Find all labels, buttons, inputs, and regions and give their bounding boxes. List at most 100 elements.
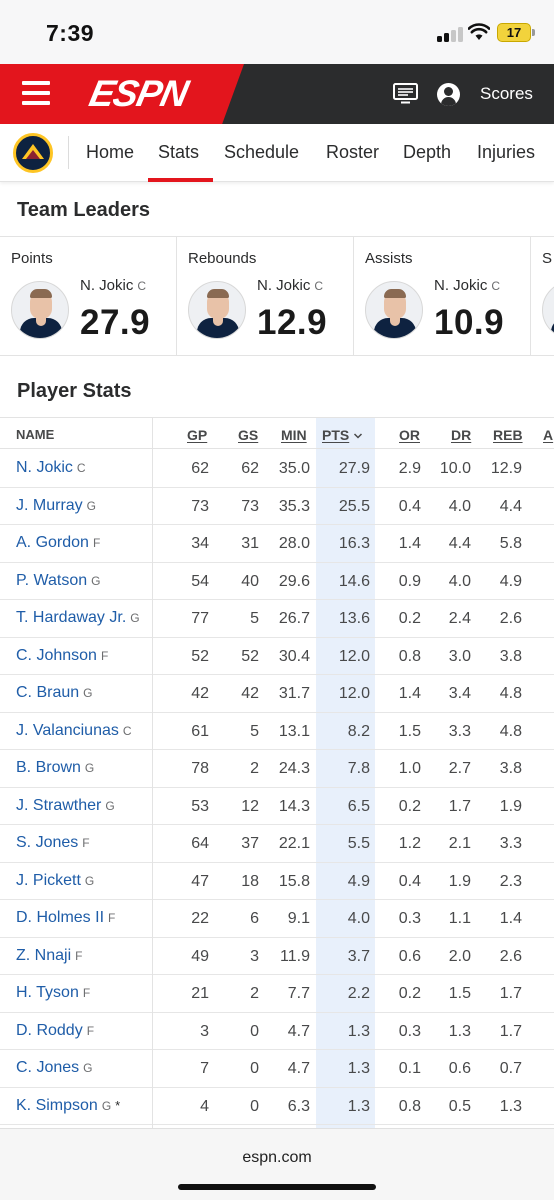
- stat-gp: 3: [200, 1022, 209, 1040]
- player-headshot: [365, 281, 423, 339]
- player-link[interactable]: J. Strawther: [16, 797, 101, 814]
- stat-reb: 1.3: [499, 1097, 522, 1115]
- team-leaders-carousel[interactable]: Points N. Jokic C 27.9 Rebounds N. Jokic C…: [0, 236, 554, 356]
- player-name-cell[interactable]: C. Jones G: [16, 1059, 92, 1077]
- browser-url[interactable]: espn.com: [0, 1149, 554, 1167]
- player-link[interactable]: D. Holmes II: [16, 909, 104, 926]
- stat-reb: 2.6: [499, 610, 522, 627]
- player-link[interactable]: A. Gordon: [16, 534, 89, 551]
- home-indicator[interactable]: [178, 1184, 376, 1190]
- table-row: N. JokicC626235.027.92.910.012.910: [0, 450, 554, 488]
- tab-roster[interactable]: Roster: [326, 142, 379, 163]
- cellular-signal-icon: [437, 26, 463, 42]
- player-link[interactable]: C. Braun: [16, 684, 79, 701]
- stat-or: 1.2: [398, 835, 421, 852]
- player-stats-table[interactable]: NAME GP GS MIN PTS OR DR REB A N. Jokic C…: [0, 417, 554, 1128]
- player-name-cell[interactable]: J. Strawther G: [16, 797, 115, 815]
- tab-injuries[interactable]: Injuries: [477, 142, 535, 163]
- scores-link[interactable]: Scores: [480, 84, 533, 104]
- player-link[interactable]: N. Jokic: [16, 459, 73, 476]
- stat-min: 26.7: [278, 610, 310, 627]
- player-name-cell[interactable]: D. Holmes II F: [16, 909, 115, 927]
- stat-min: 9.1: [287, 910, 310, 927]
- player-link[interactable]: K. Simpson: [16, 1097, 98, 1114]
- player-position: F: [82, 836, 90, 850]
- stat-reb: 4.8: [499, 685, 522, 702]
- stat-gp: 49: [191, 947, 209, 965]
- tab-depth[interactable]: Depth: [403, 142, 451, 163]
- col-header-gs[interactable]: GS: [238, 427, 258, 443]
- player-headshot: [11, 281, 69, 339]
- col-header-pts[interactable]: PTS: [322, 427, 363, 443]
- player-link[interactable]: B. Brown: [16, 759, 81, 776]
- tv-guide-icon[interactable]: [393, 83, 418, 104]
- player-name-cell[interactable]: C. Johnson F: [16, 647, 108, 665]
- stat-or: 0.2: [398, 985, 421, 1002]
- tab-home[interactable]: Home: [86, 142, 134, 163]
- stat-gs: 18: [241, 872, 259, 890]
- player-name-cell[interactable]: A. Gordon F: [16, 534, 100, 552]
- tab-schedule[interactable]: Schedule: [224, 142, 299, 163]
- player-link[interactable]: S. Jones: [16, 834, 78, 851]
- player-name-cell[interactable]: J. Valanciunas C: [16, 722, 132, 740]
- player-name-cell[interactable]: P. Watson G: [16, 572, 101, 590]
- player-name-cell[interactable]: C. Braun G: [16, 684, 92, 702]
- leader-card-partial[interactable]: S: [531, 237, 554, 355]
- player-name-cell[interactable]: K. Simpson G *: [16, 1097, 120, 1115]
- player-note-mark: *: [115, 1097, 121, 1113]
- player-link[interactable]: J. Valanciunas: [16, 722, 119, 739]
- col-header-dr[interactable]: DR: [451, 427, 471, 443]
- player-name-cell[interactable]: B. Brown G: [16, 759, 94, 777]
- leader-value: 12.9: [257, 303, 328, 342]
- player-name-cell[interactable]: J. Murray G: [16, 497, 96, 515]
- espn-logo[interactable]: ESPN: [86, 73, 191, 115]
- player-name-cell[interactable]: D. Roddy F: [16, 1022, 94, 1040]
- stat-or: 0.1: [398, 1060, 421, 1077]
- leader-card-rebounds[interactable]: Rebounds N. Jokic C 12.9: [177, 237, 354, 355]
- stat-pts: 12.0: [338, 647, 370, 665]
- stat-min: 35.0: [278, 460, 310, 477]
- player-position: G: [86, 498, 97, 513]
- player-link[interactable]: T. Hardaway Jr.: [16, 609, 126, 626]
- stat-reb: 4.8: [499, 722, 522, 740]
- col-header-min[interactable]: MIN: [281, 427, 307, 443]
- stat-min: 14.3: [278, 797, 310, 815]
- player-name-cell[interactable]: S. Jones F: [16, 834, 90, 852]
- col-header-gp[interactable]: GP: [187, 427, 207, 443]
- table-row: D. RoddyF304.71.30.31.31.70: [0, 1013, 554, 1050]
- user-profile-icon[interactable]: [437, 83, 460, 106]
- denver-nuggets-logo[interactable]: [13, 133, 53, 173]
- stat-gs: 2: [250, 985, 259, 1002]
- col-header-reb[interactable]: REB: [493, 427, 523, 443]
- battery-icon: 17: [497, 23, 531, 42]
- tab-stats[interactable]: Stats: [158, 142, 199, 163]
- player-name-cell[interactable]: Z. Nnaji F: [16, 947, 82, 965]
- stat-or: 0.6: [398, 947, 421, 965]
- player-name-cell[interactable]: J. Pickett G: [16, 872, 94, 890]
- battery-level: 17: [506, 25, 522, 40]
- player-position: G: [101, 1098, 112, 1113]
- stat-pts: 1.3: [347, 1060, 370, 1077]
- leader-card-points[interactable]: Points N. Jokic C 27.9: [0, 237, 177, 355]
- player-position: F: [86, 1023, 95, 1038]
- stat-or: 0.9: [398, 572, 421, 590]
- player-position: F: [100, 648, 109, 663]
- stat-gs: 5: [250, 610, 259, 627]
- player-link[interactable]: D. Roddy: [16, 1022, 83, 1039]
- player-link[interactable]: Z. Nnaji: [16, 947, 71, 964]
- player-link[interactable]: P. Watson: [16, 572, 87, 589]
- col-header-or[interactable]: OR: [399, 427, 420, 443]
- fixed-column-divider: [152, 417, 153, 1128]
- player-name-cell[interactable]: T. Hardaway Jr. G: [16, 609, 140, 627]
- leader-card-assists[interactable]: Assists N. Jokic C 10.9: [354, 237, 531, 355]
- player-link[interactable]: J. Pickett: [16, 872, 81, 889]
- player-name-cell[interactable]: H. Tyson F: [16, 984, 90, 1002]
- player-name-cell[interactable]: N. Jokic C: [16, 459, 86, 477]
- stat-gp: 7: [200, 1060, 209, 1077]
- col-header-a[interactable]: A: [543, 427, 553, 443]
- player-link[interactable]: C. Johnson: [16, 647, 97, 664]
- player-link[interactable]: C. Jones: [16, 1059, 79, 1076]
- player-link[interactable]: H. Tyson: [16, 984, 79, 1001]
- hamburger-menu-icon[interactable]: [22, 81, 50, 105]
- player-link[interactable]: J. Murray: [16, 497, 83, 514]
